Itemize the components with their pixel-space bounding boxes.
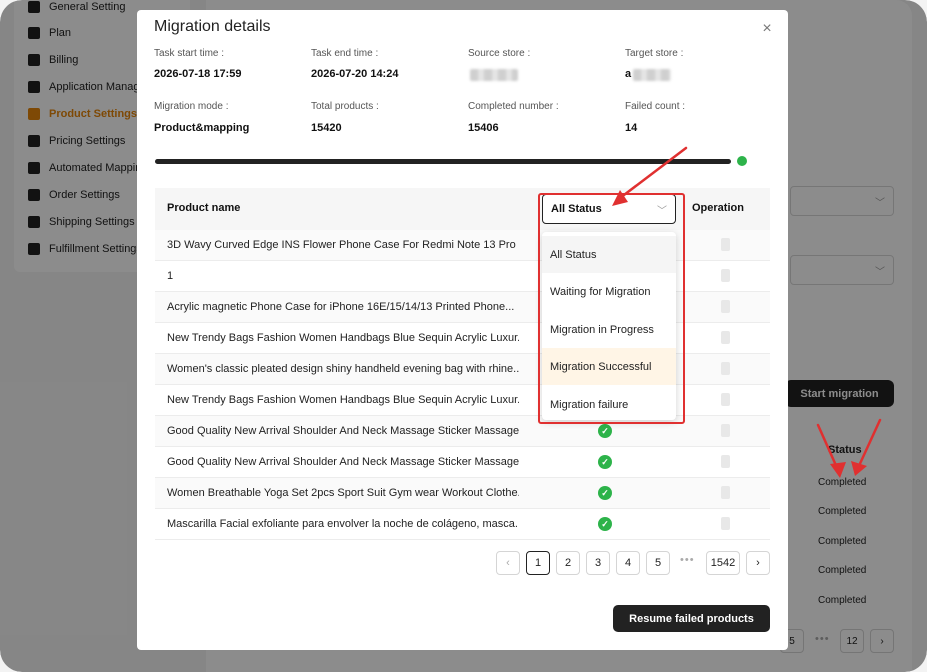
annotation-arrow-line	[618, 146, 688, 200]
annotation-arrow-line	[816, 423, 840, 472]
annotation-arrow-line	[856, 418, 882, 470]
annotation-arrows	[612, 146, 882, 478]
annotation-arrow-head	[830, 462, 846, 478]
